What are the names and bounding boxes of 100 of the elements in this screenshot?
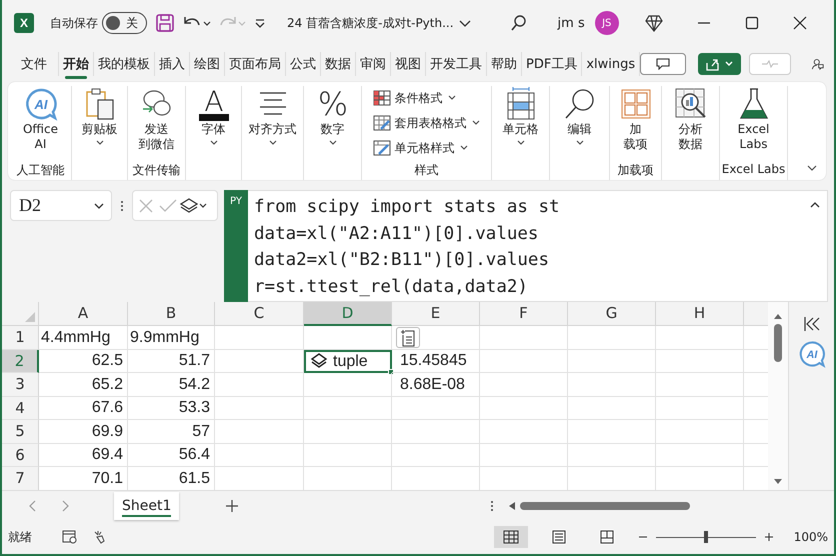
table-cell[interactable]: 57	[128, 420, 215, 444]
select-all-corner[interactable]	[2, 302, 39, 326]
table-cell[interactable]	[392, 420, 480, 444]
table-cell[interactable]	[392, 326, 480, 350]
table-cell[interactable]: 61.5	[128, 467, 215, 490]
diamond-icon[interactable]	[644, 14, 663, 32]
table-cell[interactable]	[480, 420, 568, 444]
user-avatar[interactable]: JS	[594, 11, 619, 35]
zoom-in-icon[interactable]	[764, 532, 774, 542]
row-header[interactable]: 1	[2, 326, 39, 350]
table-cell[interactable]	[656, 420, 744, 444]
row-header[interactable]: 2	[2, 350, 39, 373]
table-cell[interactable]: 54.2	[128, 373, 215, 396]
ribbon-button[interactable]: Excel Labs	[730, 86, 776, 162]
table-cell[interactable]: 62.5	[39, 350, 128, 373]
table-cell[interactable]: 67.6	[39, 396, 128, 420]
save-icon[interactable]	[155, 13, 175, 33]
paste-options-button[interactable]	[396, 327, 420, 348]
collapse-pane-icon[interactable]	[802, 316, 821, 332]
row-header[interactable]: 4	[2, 396, 39, 420]
table-cell[interactable]	[215, 396, 304, 420]
horizontal-scrollbar-thumb[interactable]	[520, 502, 690, 510]
table-cell[interactable]	[304, 373, 392, 396]
table-cell[interactable]: 8.68E-08	[392, 373, 480, 396]
table-cell[interactable]	[656, 373, 744, 396]
table-cell[interactable]	[215, 373, 304, 396]
ribbon-button[interactable]: % 数字	[310, 86, 356, 180]
column-header[interactable]: H	[656, 302, 744, 326]
table-cell[interactable]: tuple	[304, 350, 392, 373]
ribbon-tab[interactable]: 开发工具	[426, 52, 487, 76]
row-header[interactable]: 3	[2, 373, 39, 396]
user-name[interactable]: jm s	[558, 16, 585, 30]
ribbon-button[interactable]: 条件格式	[372, 86, 456, 110]
ribbon-button[interactable]: 编辑	[556, 86, 602, 180]
more-icon[interactable]	[490, 500, 494, 512]
formula-input[interactable]: from scipy import stats as st data=xl("A2:A11")[0].values data2=xl("B2:B11")[0].values r=st.ttest_rel(data,data2)	[248, 190, 828, 302]
table-cell[interactable]	[480, 444, 568, 467]
view-button[interactable]	[494, 526, 528, 548]
table-cell[interactable]: 51.7	[128, 350, 215, 373]
scroll-up-icon[interactable]	[773, 312, 784, 320]
table-cell[interactable]	[568, 326, 656, 350]
table-cell[interactable]: 15.45845	[392, 350, 480, 373]
accessibility-icon[interactable]	[62, 530, 78, 544]
chevron-up-icon[interactable]	[809, 201, 821, 209]
table-cell[interactable]	[215, 350, 304, 373]
ribbon-button[interactable]: 套用表格格式	[372, 111, 480, 135]
ribbon-tab[interactable]: 文件	[10, 52, 59, 76]
table-cell[interactable]	[480, 350, 568, 373]
chevron-down-icon[interactable]	[806, 164, 818, 172]
table-cell[interactable]: 56.4	[128, 444, 215, 467]
scroll-down-icon[interactable]	[773, 478, 784, 486]
table-cell[interactable]	[304, 326, 392, 350]
column-header[interactable]: G	[568, 302, 656, 326]
table-cell[interactable]: 53.3	[128, 396, 215, 420]
table-cell[interactable]: 4.4mmHg	[39, 326, 128, 350]
column-header[interactable]: D	[304, 302, 392, 326]
table-cell[interactable]	[215, 420, 304, 444]
table-cell[interactable]	[215, 326, 304, 350]
ribbon-tab[interactable]: PDF工具	[522, 52, 582, 76]
column-header[interactable]: F	[480, 302, 568, 326]
autosave-toggle[interactable]: 关	[102, 12, 147, 34]
table-cell[interactable]	[304, 444, 392, 467]
ribbon-tab[interactable]: 公式	[286, 52, 321, 76]
table-cell[interactable]	[392, 396, 480, 420]
share-button[interactable]	[698, 53, 742, 75]
table-cell[interactable]: 9.9mmHg	[128, 326, 215, 350]
add-sheet-icon[interactable]	[225, 498, 240, 512]
table-cell[interactable]	[656, 396, 744, 420]
table-cell[interactable]	[304, 396, 392, 420]
comments-button[interactable]	[640, 53, 686, 75]
table-cell[interactable]: 70.1	[39, 467, 128, 490]
zoom-level[interactable]: 100%	[794, 530, 828, 544]
ribbon-button[interactable]: 加 载项	[612, 86, 658, 162]
row-header[interactable]: 6	[2, 444, 39, 467]
ribbon-button[interactable]: 单元格样式	[372, 136, 468, 160]
row-header[interactable]: 5	[2, 420, 39, 444]
ribbon-button[interactable]: 对齐方式	[244, 86, 300, 180]
ribbon-tab[interactable]: 审阅	[356, 52, 391, 76]
ribbon-button[interactable]: 分析 数据	[668, 86, 714, 180]
more-icon[interactable]	[120, 200, 124, 212]
ribbon-tab[interactable]: 数据	[321, 52, 356, 76]
ribbon-tab[interactable]: 帮助	[487, 52, 522, 76]
table-cell[interactable]	[568, 420, 656, 444]
activity-button[interactable]	[749, 53, 792, 75]
column-header[interactable]	[744, 302, 768, 326]
table-cell[interactable]	[568, 350, 656, 373]
table-cell[interactable]	[480, 373, 568, 396]
close-icon[interactable]	[792, 16, 807, 30]
table-cell[interactable]: 65.2	[39, 373, 128, 396]
ribbon-tab[interactable]: 视图	[391, 52, 426, 76]
next-sheet-icon[interactable]	[60, 500, 70, 512]
table-cell[interactable]	[304, 420, 392, 444]
column-header[interactable]: A	[39, 302, 128, 326]
ribbon-button[interactable]: AI Office AI	[18, 86, 64, 162]
table-cell[interactable]	[568, 396, 656, 420]
table-cell[interactable]	[568, 373, 656, 396]
layers-icon[interactable]	[179, 196, 209, 216]
ribbon-button[interactable]: A 字体	[190, 86, 236, 180]
document-title[interactable]: 24 苜蓿含糖浓度-成对t-Pyth...	[287, 14, 454, 32]
table-cell[interactable]	[480, 326, 568, 350]
